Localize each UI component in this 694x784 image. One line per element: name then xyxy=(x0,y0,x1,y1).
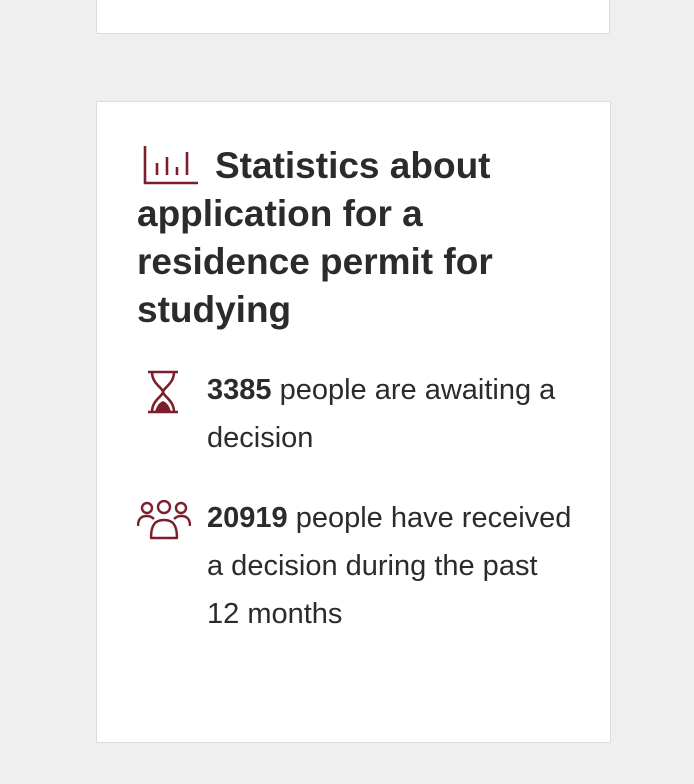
people-group-icon xyxy=(136,499,192,545)
previous-card xyxy=(96,0,610,34)
stat-awaiting-number: 3385 xyxy=(207,374,272,406)
statistics-card: Statistics about application for a resid… xyxy=(96,101,611,743)
hourglass-icon xyxy=(147,370,179,419)
stat-received-number: 20919 xyxy=(207,502,288,534)
stat-received-text: 20919 people have received a decision du… xyxy=(207,494,577,638)
stat-awaiting-text: 3385 people are awaiting a decision xyxy=(207,366,577,462)
card-title: Statistics about application for a resid… xyxy=(137,145,493,330)
